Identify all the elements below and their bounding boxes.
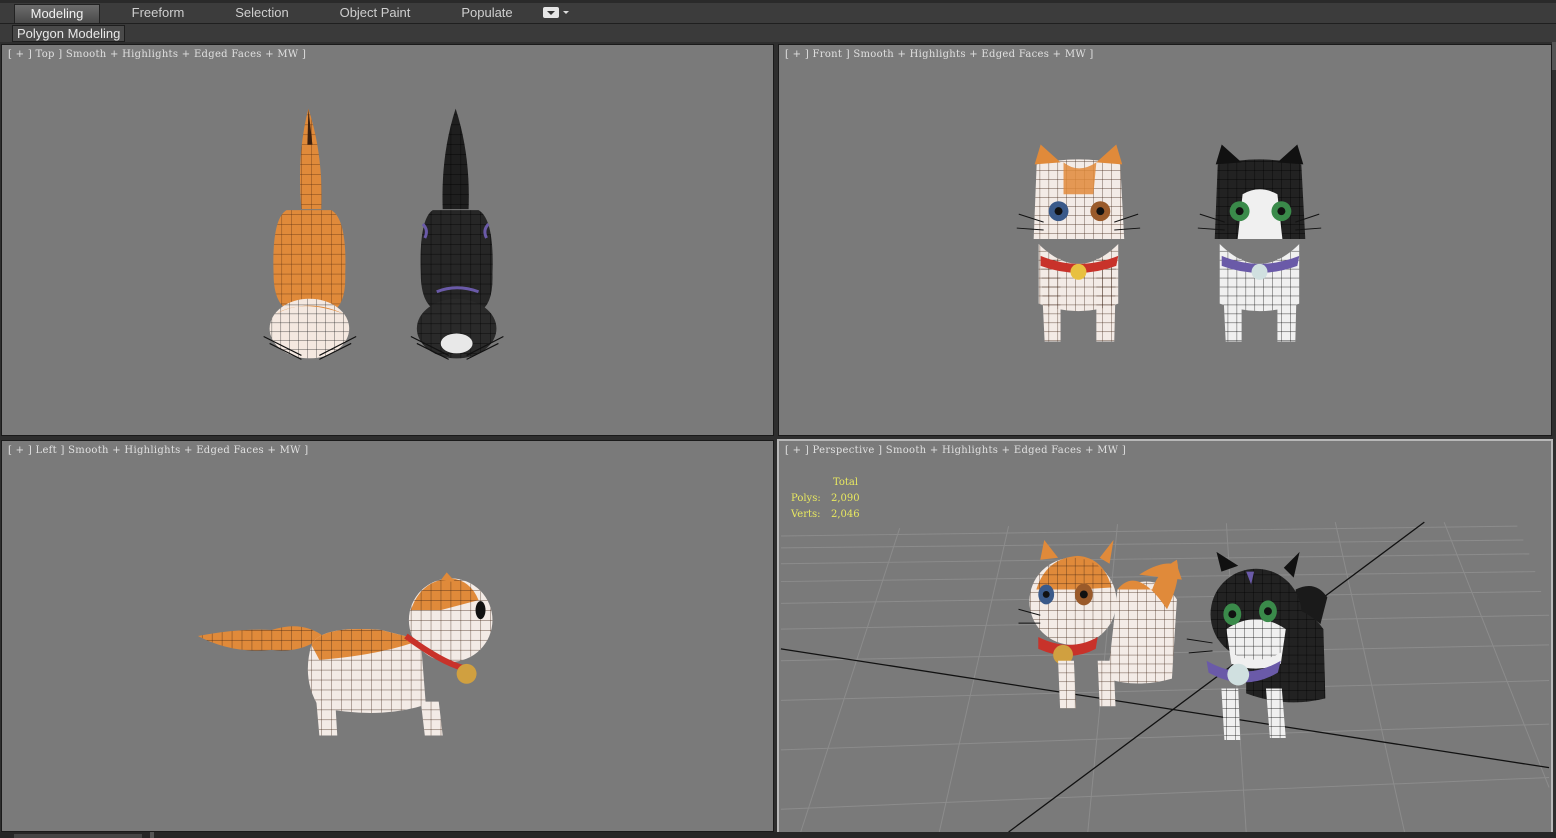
scrollbar[interactable] [1552,42,1556,70]
scene-statistics: Total Polys: 2,090 Verts: 2,046 [791,475,860,523]
tab-populate[interactable]: Populate [452,4,522,23]
polygon-modeling-panel[interactable]: Polygon Modeling [12,25,126,42]
stats-polys-label: Polys: [791,493,821,504]
orange-cat-perspective-model [1018,539,1182,709]
viewport-left-label[interactable]: [ + ] Left ] Smooth + Highlights + Edged… [8,445,308,456]
front-view-scene [1016,144,1322,342]
stats-verts-value: 2,046 [831,509,860,520]
stats-header: Total [833,477,859,488]
ribbon-tab-bar: Modeling Freeform Selection Object Paint… [0,0,1556,24]
stats-polys-value: 2,090 [831,493,860,504]
tab-modeling[interactable]: Modeling [14,4,100,23]
viewport-top[interactable]: [ + ] Top ] Smooth + Highlights + Edged … [1,44,774,436]
orange-cat-side-model [197,572,493,736]
black-cat-perspective-model [1186,551,1328,740]
tab-selection[interactable]: Selection [224,4,300,23]
tab-freeform[interactable]: Freeform [120,4,196,23]
timeline-segment[interactable] [14,834,142,838]
perspective-view-scene [780,521,1550,832]
bottom-status-strip [0,832,1556,838]
viewport-front[interactable]: [ + ] Front ] Smooth + Highlights + Edge… [778,44,1552,436]
timeline-divider [150,832,154,838]
left-view-scene [197,572,493,736]
stats-verts-label: Verts: [791,509,821,520]
viewport-perspective-label[interactable]: [ + ] Perspective ] Smooth + Highlights … [785,445,1126,456]
chevron-down-icon [563,11,569,14]
viewport-perspective[interactable]: [ + ] Perspective ] Smooth + Highlights … [777,439,1553,834]
sub-ribbon: Polygon Modeling [0,24,1556,42]
ribbon-options-box [543,7,559,18]
stats-polys-row: Polys: 2,090 [791,491,860,507]
top-view-scene [263,108,504,360]
stats-verts-row: Verts: 2,046 [791,507,860,523]
tab-object-paint[interactable]: Object Paint [332,4,418,23]
viewport-left[interactable]: [ + ] Left ] Smooth + Highlights + Edged… [1,440,774,832]
orange-cat-front-model [1016,144,1141,342]
viewport-front-label[interactable]: [ + ] Front ] Smooth + Highlights + Edge… [785,49,1094,60]
ribbon-options-icon[interactable] [543,7,569,19]
black-cat-front-model [1197,144,1322,342]
viewport-top-label[interactable]: [ + ] Top ] Smooth + Highlights + Edged … [8,49,306,60]
orange-cat-top-model [263,108,357,360]
ribbon-top-edge [0,0,1556,3]
black-cat-top-model [410,108,504,360]
